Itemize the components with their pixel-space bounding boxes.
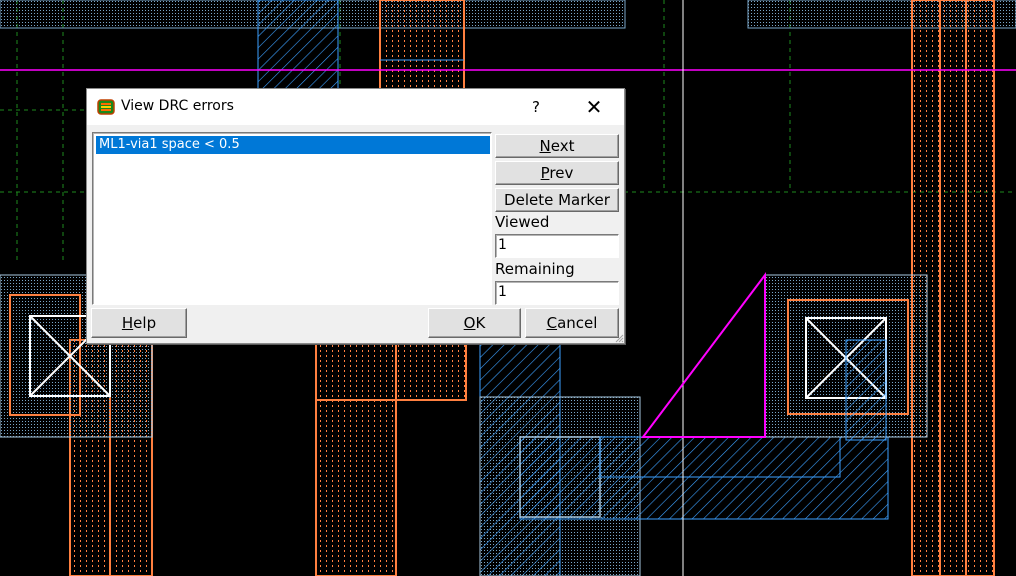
help-mnemonic: H (121, 314, 134, 332)
remaining-label: Remaining (495, 260, 575, 278)
cancel-mnemonic: C (546, 314, 558, 332)
drc-error-marker (640, 272, 766, 438)
view-drc-errors-dialog: View DRC errors ? ✕ ML1-via1 space < 0.5… (86, 88, 625, 344)
delete-marker-button[interactable]: Delete Marker (495, 188, 619, 212)
ok-button[interactable]: OK (428, 308, 521, 338)
dialog-title: View DRC errors (121, 98, 234, 114)
prev-button[interactable]: Prev (495, 161, 619, 185)
help-label: elp (133, 314, 157, 332)
help-icon[interactable]: ? (525, 95, 547, 119)
drc-app-icon (97, 99, 115, 115)
prev-label: rev (549, 164, 574, 182)
ok-mnemonic: O (463, 314, 476, 332)
next-label: ext (550, 137, 575, 155)
viewed-field[interactable]: 1 (495, 234, 619, 258)
cancel-button[interactable]: Cancel (525, 308, 619, 338)
right-contact (764, 274, 928, 441)
dialog-titlebar[interactable]: View DRC errors ? ✕ (87, 89, 624, 125)
list-item[interactable]: ML1-via1 space < 0.5 (96, 136, 490, 154)
resize-grip-icon[interactable] (614, 333, 624, 343)
cancel-label: ancel (557, 314, 598, 332)
close-icon[interactable]: ✕ (578, 93, 610, 121)
next-mnemonic: N (539, 137, 551, 155)
top-metal-strips (0, 0, 1016, 91)
remaining-field[interactable]: 1 (495, 281, 619, 305)
viewed-label: Viewed (495, 213, 550, 231)
ok-label: K (475, 314, 486, 332)
next-button[interactable]: Next (495, 134, 619, 158)
help-button[interactable]: Help (91, 308, 187, 338)
drc-error-list[interactable]: ML1-via1 space < 0.5 (92, 132, 492, 305)
